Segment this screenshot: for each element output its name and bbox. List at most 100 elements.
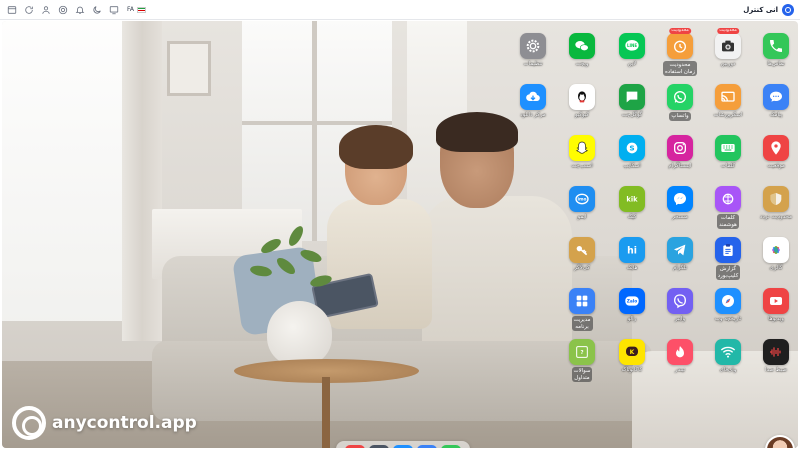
app-label: مرکز دانلود (520, 112, 546, 118)
brain-icon (715, 186, 741, 212)
app-label: پیامک (769, 112, 783, 118)
shield-icon (763, 186, 789, 212)
app-label: مدیریت برنامه (571, 316, 593, 331)
imo-icon: imo (569, 186, 595, 212)
app-label: لاین (627, 61, 637, 67)
language-selector[interactable]: FA (127, 6, 147, 13)
app-label: اسنپ‌چت (571, 163, 593, 169)
app-zalo[interactable]: Zalo زالو (608, 288, 656, 338)
app-imo[interactable]: imo ایمو (558, 186, 606, 236)
svg-text:Zalo: Zalo (627, 299, 638, 305)
app-kik[interactable]: kik کیک (608, 186, 656, 236)
grid-icon (569, 288, 595, 314)
gear-icon (520, 33, 546, 59)
app-faq[interactable]: ? سوالات متداول (558, 339, 606, 389)
clock-icon: محدودیت (667, 28, 693, 59)
app-label: کیک (627, 214, 637, 220)
refresh-icon[interactable] (23, 4, 35, 16)
app-clipboard[interactable]: گزارش کلیپ‌بورد (704, 237, 752, 287)
top-bar: FA انی کنترل (0, 0, 800, 20)
app-settings[interactable]: تنظیمات (509, 33, 557, 83)
message-icon (763, 84, 789, 110)
app-label: گوگل‌چت (621, 112, 643, 118)
app-viber[interactable]: وایبر (656, 288, 704, 338)
iran-flag-icon (137, 6, 147, 13)
app-app-manager[interactable]: مدیریت برنامه (558, 288, 606, 338)
app-telegram[interactable]: تلگرام (656, 237, 704, 287)
app-messages[interactable]: پیامک (752, 84, 798, 134)
app-smart-words[interactable]: کلمات هوشمند (704, 186, 752, 236)
app-snapchat[interactable]: اسنپ‌چت (558, 135, 606, 185)
faq-icon: ? (569, 339, 595, 365)
app-camera[interactable]: محدودیت دوربین (704, 28, 752, 83)
app-instagram[interactable]: اینستاگرام (656, 135, 704, 185)
app-label: تنظیمات (523, 61, 543, 67)
app-messenger[interactable]: مسنجر (656, 186, 704, 236)
app-skype[interactable]: S اسکایپ (608, 135, 656, 185)
kakaotalk-icon: K (619, 339, 645, 365)
app-label: تماس‌ها (767, 61, 785, 67)
app-screencast[interactable]: اسکرین‌شات (704, 84, 752, 134)
app-label: کیوکیو (575, 112, 589, 118)
app-location[interactable]: موقعیت (752, 135, 798, 185)
app-phone[interactable]: تماس‌ها (752, 33, 798, 83)
app-gallery[interactable]: گالری (752, 237, 798, 287)
app-label: موقعیت (767, 163, 785, 169)
app-tinder[interactable]: تیندر (656, 339, 704, 389)
user-icon[interactable] (40, 4, 52, 16)
app-keylogger[interactable]: کی‌لاگر (558, 237, 606, 287)
app-label: وایبر (674, 316, 686, 322)
app-qq[interactable]: کیوکیو (558, 84, 606, 134)
app-kakaotalk[interactable]: K کاکائوتاک (608, 339, 656, 389)
app-whatsapp[interactable]: واتساپ (656, 84, 704, 134)
phone-icon[interactable] (441, 445, 461, 448)
app-web-history[interactable]: تاریخچه وب (704, 288, 752, 338)
window-icon[interactable] (6, 4, 18, 16)
app-traffic-limit[interactable]: محدودیت تردد (752, 186, 798, 236)
app-label: تلگرام (672, 265, 688, 271)
svg-text:imo: imo (578, 197, 587, 203)
location-pin-icon[interactable] (345, 445, 365, 448)
bell-icon[interactable] (74, 4, 86, 16)
cloud-download-icon (520, 84, 546, 110)
app-videos[interactable]: ویدیوها (752, 288, 798, 338)
svg-text:kik: kik (626, 196, 638, 204)
camera-icon: محدودیت (715, 28, 741, 59)
app-voice-record[interactable]: ضبط صدا (752, 339, 798, 389)
app-label: هایک (626, 265, 638, 271)
brand: انی کنترل (743, 3, 794, 16)
app-screen-time[interactable]: محدودیت محدودیت زمان استفاده (656, 28, 704, 83)
app-wechat[interactable]: ویچت (558, 33, 606, 83)
theme-toggle-icon[interactable] (91, 4, 103, 16)
app-label: کلمات هوشمند (717, 214, 739, 229)
google-chat-icon (619, 84, 645, 110)
support-icon[interactable] (57, 4, 69, 16)
svg-text:K: K (630, 349, 635, 356)
app-hike[interactable]: hi هایک (608, 237, 656, 287)
phone-icon (763, 33, 789, 59)
tinder-icon (667, 339, 693, 365)
app-download-center[interactable]: مرکز دانلود (509, 84, 557, 134)
app-line[interactable]: LINE لاین (608, 33, 656, 83)
gear-icon[interactable] (369, 445, 389, 448)
line-icon: LINE (619, 33, 645, 59)
anycontrol-logo-icon (782, 3, 794, 16)
app-google-chat[interactable]: گوگل‌چت (608, 84, 656, 134)
app-label: تاریخچه وب (714, 316, 742, 322)
screen-icon[interactable] (108, 4, 120, 16)
restricted-badge: محدودیت (669, 28, 691, 34)
svg-text:LINE: LINE (627, 43, 637, 48)
viber-icon (667, 288, 693, 314)
app-label: ایمو (577, 214, 587, 220)
whatsapp-icon (667, 84, 693, 110)
instagram-icon (667, 135, 693, 161)
app-label: کی‌لاگر (574, 265, 590, 271)
app-keyboard[interactable]: کلمات (704, 135, 752, 185)
app-wifi[interactable]: وای‌فای (704, 339, 752, 389)
message-icon[interactable] (417, 445, 437, 448)
dock (336, 441, 470, 448)
safari-icon[interactable] (393, 445, 413, 448)
hike-icon: hi (619, 237, 645, 263)
app-label: محدودیت زمان استفاده (662, 61, 698, 76)
kik-icon: kik (619, 186, 645, 212)
